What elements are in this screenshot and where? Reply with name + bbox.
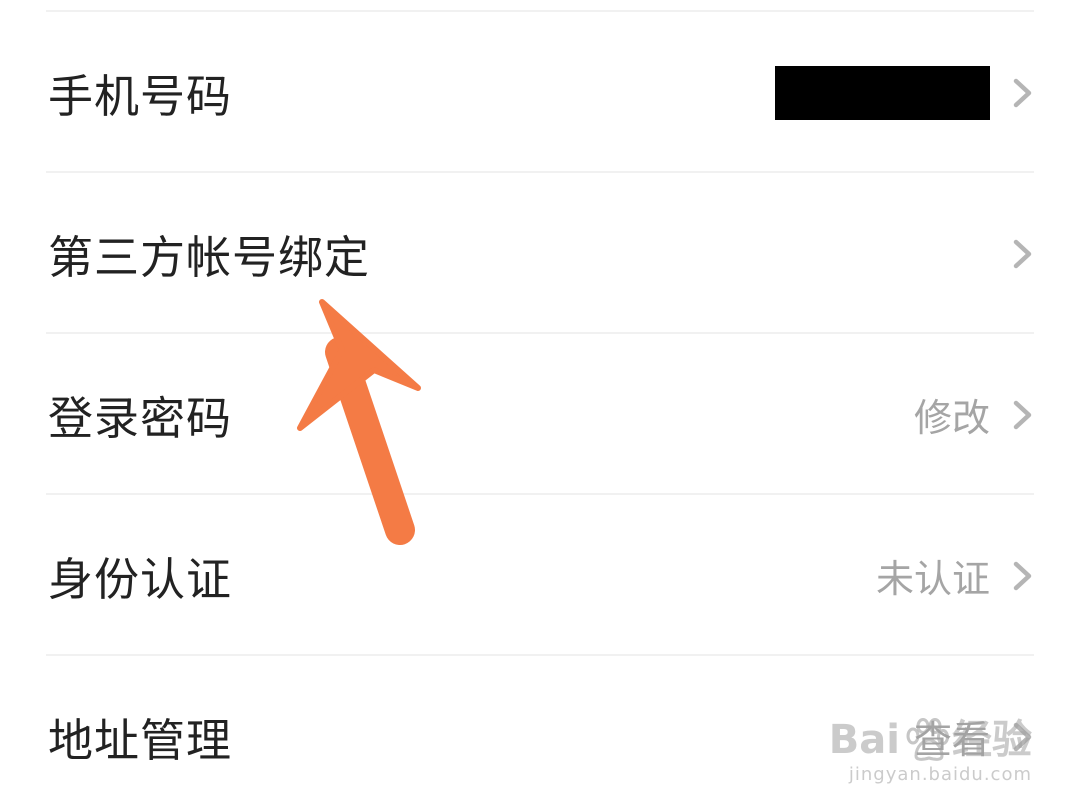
account-settings-screen: 手机号码 第三方帐号绑定 登录密码 修改 身份认证 未认证 地址管理 查看 Ba… [0, 0, 1080, 810]
baidu-jingyan-watermark: Bai 经验 jingyan.baidu.com [829, 718, 1032, 786]
settings-row-phone-number[interactable]: 手机号码 [0, 12, 1080, 173]
row-right-login-password: 修改 [914, 387, 1034, 442]
row-right-identity-verification: 未认证 [876, 548, 1034, 603]
baidu-paw-icon [906, 718, 949, 761]
settings-row-identity-verification[interactable]: 身份认证 未认证 [0, 495, 1080, 656]
watermark-brand: Bai 经验 [829, 718, 1032, 762]
watermark-left-text: Bai [828, 717, 900, 763]
settings-list: 手机号码 第三方帐号绑定 登录密码 修改 身份认证 未认证 地址管理 查看 [0, 12, 1080, 810]
chevron-right-icon [1013, 239, 1032, 268]
row-label-address-management: 地址管理 [48, 714, 233, 767]
watermark-right-text: 经验 [952, 717, 1032, 763]
row-right-phone-number [775, 65, 1034, 120]
row-label-phone-number: 手机号码 [48, 70, 233, 123]
settings-row-third-party-binding[interactable]: 第三方帐号绑定 [0, 173, 1080, 334]
watermark-url: jingyan.baidu.com [848, 764, 1032, 785]
chevron-right-icon [1013, 561, 1032, 590]
row-label-login-password: 登录密码 [48, 392, 233, 445]
row-label-identity-verification: 身份认证 [48, 553, 233, 606]
row-value-identity-verification: 未认证 [875, 557, 990, 601]
settings-row-login-password[interactable]: 登录密码 修改 [0, 334, 1080, 495]
row-label-third-party-binding: 第三方帐号绑定 [48, 231, 371, 284]
row-value-login-password: 修改 [913, 396, 990, 440]
redacted-phone-value [775, 65, 990, 120]
chevron-right-icon [1013, 78, 1032, 107]
chevron-right-icon [1013, 400, 1032, 429]
row-right-third-party-binding [1012, 238, 1034, 270]
